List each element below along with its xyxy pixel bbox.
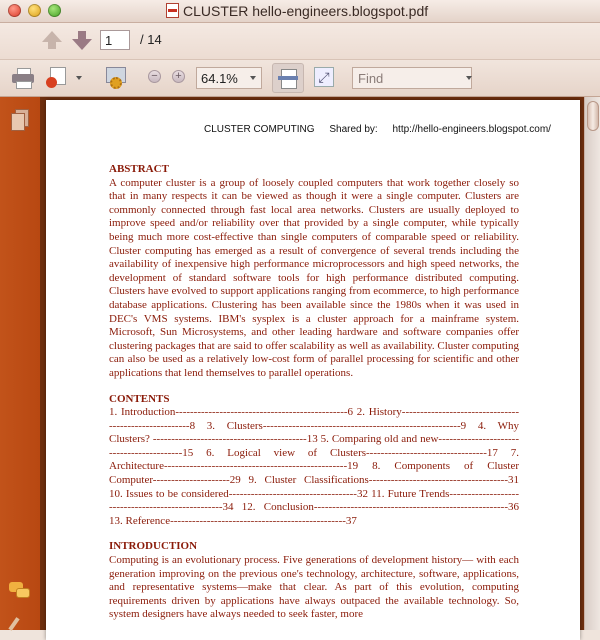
- zoom-out-button[interactable]: −: [148, 70, 161, 83]
- close-window-button[interactable]: [8, 4, 21, 17]
- window-title-text: CLUSTER hello-engineers.blogspot.pdf: [183, 3, 429, 19]
- zoom-window-button[interactable]: [48, 4, 61, 17]
- contents-list: 1. Introduction-------------------------…: [109, 406, 522, 527]
- header-title: CLUSTER COMPUTING: [204, 124, 315, 135]
- comments-icon[interactable]: [9, 582, 31, 598]
- share-icon[interactable]: [46, 67, 70, 89]
- pdf-page: CLUSTER COMPUTING Shared by: http://hell…: [46, 100, 580, 640]
- abstract-heading: ABSTRACT: [109, 163, 169, 175]
- page-header: CLUSTER COMPUTING Shared by: http://hell…: [204, 124, 563, 135]
- introduction-heading: INTRODUCTION: [109, 540, 198, 553]
- page-number-input[interactable]: 1: [100, 30, 130, 50]
- pdf-file-icon: [166, 3, 179, 18]
- minimize-window-button[interactable]: [28, 4, 41, 17]
- share-dropdown-chevron-icon[interactable]: [76, 76, 82, 80]
- find-dropdown-chevron-icon[interactable]: [466, 76, 472, 80]
- zoom-dropdown-chevron-icon[interactable]: [250, 76, 256, 80]
- main-toolbar: − + 64.1% ⤢ Find: [0, 60, 600, 97]
- page-content: ABSTRACT A computer cluster is a group o…: [109, 163, 519, 634]
- pages-panel-icon[interactable]: [11, 109, 29, 131]
- introduction-text: Computing is an evolutionary process. Fi…: [109, 554, 519, 621]
- vertical-scrollbar[interactable]: [584, 97, 600, 630]
- settings-gear-icon[interactable]: [104, 67, 126, 89]
- zoom-in-button[interactable]: +: [172, 70, 185, 83]
- next-page-icon[interactable]: [72, 31, 92, 50]
- previous-page-icon[interactable]: [42, 31, 62, 49]
- window-titlebar: CLUSTER hello-engineers.blogspot.pdf: [0, 0, 600, 23]
- page-total: / 14: [140, 32, 162, 47]
- window-title: CLUSTER hello-engineers.blogspot.pdf: [166, 3, 428, 19]
- contents-heading: CONTENTS: [109, 392, 170, 405]
- fit-width-button[interactable]: [272, 63, 304, 93]
- pen-icon[interactable]: [8, 617, 20, 631]
- print-icon[interactable]: [12, 68, 34, 89]
- header-shared-by: Shared by:: [329, 124, 378, 135]
- abstract-text: A computer cluster is a group of loosely…: [109, 176, 519, 379]
- full-screen-icon[interactable]: ⤢: [314, 67, 334, 87]
- header-url[interactable]: http://hello-engineers.blogspot.com/: [393, 124, 551, 135]
- navigation-toolbar: 1 / 14: [0, 23, 600, 60]
- find-input[interactable]: Find: [352, 67, 472, 89]
- sidebar: [0, 97, 40, 631]
- scrollbar-thumb[interactable]: [587, 101, 599, 131]
